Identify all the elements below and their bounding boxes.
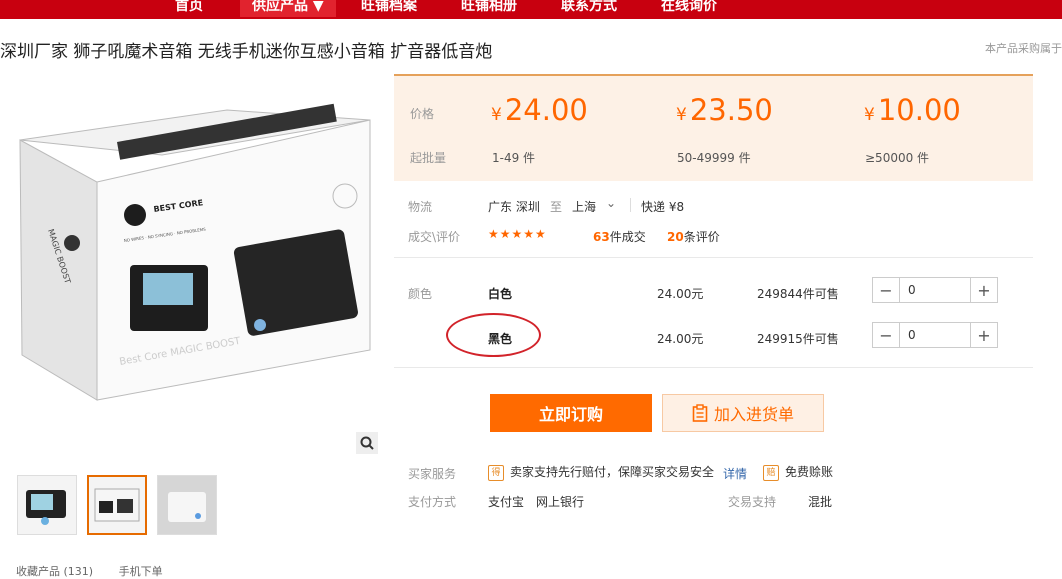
guarantee-badge-icon: 得 — [488, 464, 504, 481]
service-guarantee: 得卖家支持先行赔付，保障买家交易安全 — [488, 463, 714, 481]
price-panel: 价格 起批量 ¥24.00 1-49 件 ¥23.50 50-49999 件 ¥… — [394, 74, 1033, 181]
decrement-button[interactable]: − — [873, 278, 900, 302]
nav-profile[interactable]: 旺铺档案 — [361, 0, 417, 17]
service-free-credit: 赔免费赊账 — [763, 463, 833, 481]
thumbnail-3[interactable] — [157, 475, 217, 535]
range-tier-2: 50-49999 件 — [677, 151, 751, 165]
report-link[interactable]: 本产品采购属于 — [985, 40, 1062, 56]
price-tier-1: ¥24.00 — [491, 93, 588, 127]
price-tier-2: ¥23.50 — [676, 93, 773, 127]
variant-black-quantity-stepper: − 0 + — [872, 322, 998, 348]
variant-white-stock: 249844件可售 — [757, 287, 839, 301]
deals-count[interactable]: 63件成交 — [593, 228, 646, 245]
increment-button[interactable]: + — [970, 323, 997, 347]
quantity-input[interactable]: 0 — [900, 278, 970, 302]
express-fee: 快递 ¥8 — [641, 200, 685, 214]
logistics-label: 物流 — [408, 200, 433, 214]
top-nav: 首页 供应产品 ▼ 旺铺档案 旺铺相册 联系方式 在线询价 — [0, 0, 1062, 19]
divider — [630, 198, 631, 212]
quantity-input[interactable]: 0 — [900, 323, 970, 347]
clipboard-icon — [692, 404, 708, 422]
credit-badge-icon: 赔 — [763, 464, 779, 481]
variant-white-quantity-stepper: − 0 + — [872, 277, 998, 303]
reviews-label: 成交\评价 — [408, 230, 461, 244]
nav-home[interactable]: 首页 — [175, 0, 203, 17]
service-detail-link[interactable]: 详情 — [723, 465, 747, 482]
payment-label: 支付方式 — [408, 495, 457, 509]
range-tier-3: ≥50000 件 — [865, 151, 930, 165]
color-label: 颜色 — [408, 287, 433, 301]
logistics-to-word: 至 — [550, 200, 563, 214]
trade-support-value: 混批 — [808, 495, 833, 509]
increment-button[interactable]: + — [970, 278, 997, 302]
thumbnail-2[interactable] — [87, 475, 147, 535]
add-to-cart-label: 加入进货单 — [713, 405, 794, 424]
price-label: 价格 — [410, 107, 435, 121]
variant-white: 白色 — [488, 287, 513, 301]
payment-methods: 支付宝 网上银行 — [488, 495, 585, 509]
separator — [394, 367, 1033, 368]
logistics-from: 广东 深圳 — [488, 200, 540, 214]
chevron-down-icon[interactable]: ⌄ — [606, 196, 616, 210]
favorite-mobile-text[interactable]: 收藏产品 (131) 手机下单 — [16, 563, 163, 579]
separator — [394, 257, 1033, 258]
range-tier-1: 1-49 件 — [492, 151, 536, 165]
add-to-cart-button[interactable]: 加入进货单 — [662, 394, 824, 432]
reviews-count[interactable]: 20条评价 — [667, 228, 720, 245]
logistics-destination[interactable]: 上海 — [572, 198, 596, 215]
price-tier-3: ¥10.00 — [864, 93, 961, 127]
product-title: 深圳厂家 狮子吼魔术音箱 无线手机迷你互感小音箱 扩音器低音炮 — [0, 42, 493, 62]
buy-now-button[interactable]: 立即订购 — [490, 394, 652, 432]
nav-album[interactable]: 旺铺相册 — [461, 0, 517, 17]
trade-support-label: 交易支持 — [728, 495, 777, 509]
moq-label: 起批量 — [410, 151, 447, 165]
variant-white-price: 24.00元 — [657, 287, 704, 301]
highlight-circle-annotation — [446, 313, 541, 357]
thumbnail-1[interactable] — [17, 475, 77, 535]
nav-contact[interactable]: 联系方式 — [561, 0, 617, 17]
zoom-button[interactable] — [356, 432, 378, 454]
variant-black-price: 24.00元 — [657, 332, 704, 346]
main-product-image[interactable]: BEST CORE NO WIRES · NO SYNCING · NO PRO… — [12, 100, 380, 410]
decrement-button[interactable]: − — [873, 323, 900, 347]
variant-black-stock: 249915件可售 — [757, 332, 839, 346]
service-label: 买家服务 — [408, 467, 457, 481]
star-rating: ★★★★★ — [488, 227, 547, 241]
magnifier-icon — [360, 436, 374, 450]
nav-inquiry[interactable]: 在线询价 — [661, 0, 717, 17]
nav-products[interactable]: 供应产品 ▼ — [240, 0, 336, 17]
